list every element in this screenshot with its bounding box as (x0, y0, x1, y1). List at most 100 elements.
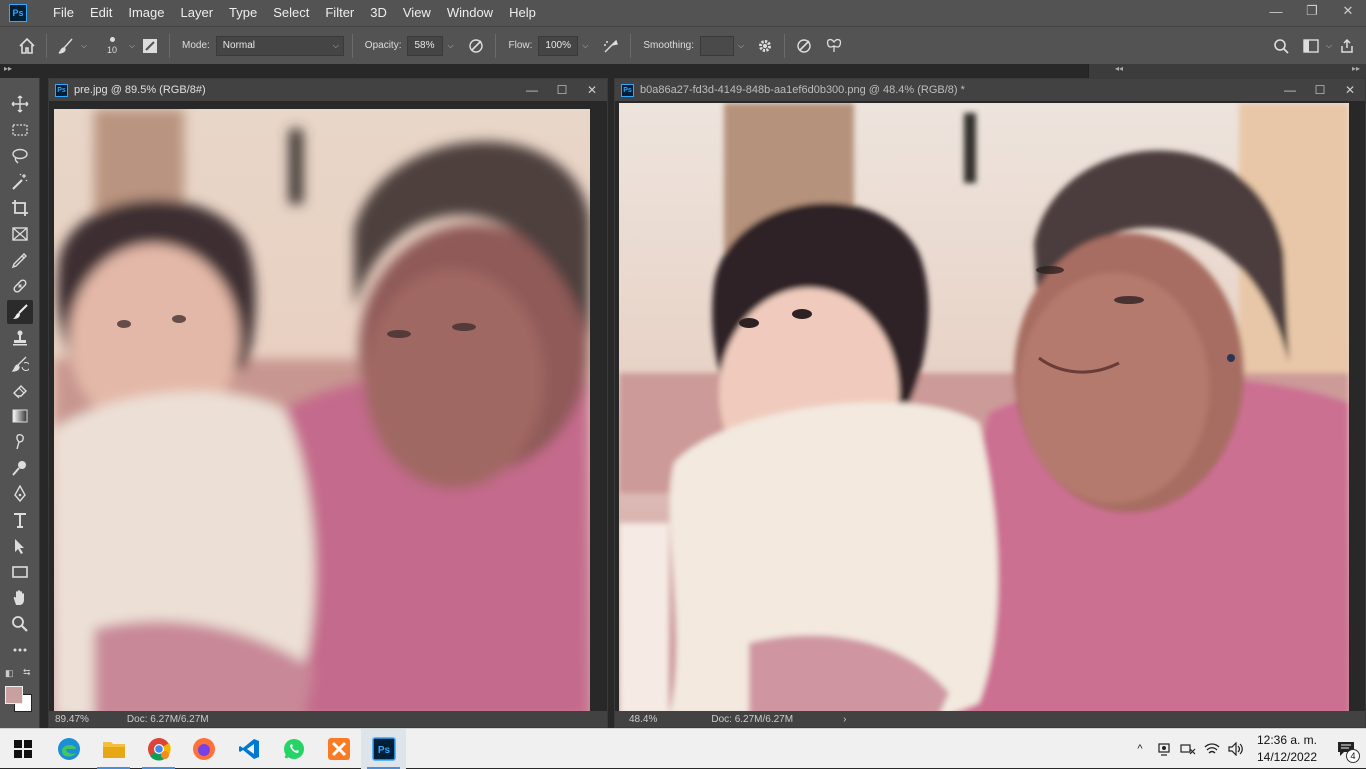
magic-wand-tool-icon[interactable] (7, 170, 33, 194)
doc-size[interactable]: Doc: 6.27M/6.27M (711, 714, 793, 725)
taskbar-edge[interactable] (46, 729, 91, 769)
opacity-value: 58% (414, 40, 435, 51)
menu-image[interactable]: Image (120, 0, 172, 26)
menu-view[interactable]: View (395, 0, 439, 26)
workspace-dropdown[interactable]: ⌵ (1322, 36, 1336, 56)
hand-tool-icon[interactable] (7, 586, 33, 610)
doc-close-button[interactable]: ✕ (1335, 79, 1365, 101)
type-tool-icon[interactable] (7, 508, 33, 532)
doc-maximize-button[interactable]: ☐ (547, 79, 577, 101)
volume-icon[interactable] (1224, 729, 1248, 769)
home-icon[interactable] (16, 35, 38, 57)
brush-preset-icon[interactable] (55, 35, 77, 57)
photoshop-logo[interactable]: Ps (9, 4, 27, 22)
taskbar-photoshop[interactable]: Ps (361, 728, 406, 769)
pressure-size-icon[interactable] (793, 35, 815, 57)
wifi-icon[interactable] (1200, 729, 1224, 769)
restore-button[interactable]: ❐ (1294, 0, 1330, 22)
photo-canvas[interactable] (619, 103, 1349, 713)
menu-select[interactable]: Select (265, 0, 317, 26)
foreground-color-swatch[interactable] (5, 686, 23, 704)
taskbar-file-explorer[interactable] (91, 729, 136, 769)
eyedropper-tool-icon[interactable] (7, 248, 33, 272)
tools-panel: ◧ ⇆ (0, 78, 40, 728)
eraser-tool-icon[interactable] (7, 378, 33, 402)
doc-size[interactable]: Doc: 6.27M/6.27M (127, 714, 209, 725)
doc-minimize-button[interactable]: — (1275, 79, 1305, 101)
search-icon[interactable] (1270, 35, 1292, 57)
doc-close-button[interactable]: ✕ (577, 79, 607, 101)
move-tool-icon[interactable] (7, 92, 33, 116)
brush-preset-dropdown[interactable]: ⌵ (77, 36, 91, 56)
smudge-tool-icon[interactable] (7, 430, 33, 454)
more-tools-icon[interactable] (7, 638, 33, 662)
taskbar-chrome[interactable] (136, 729, 181, 769)
zoom-level[interactable]: 89.47% (55, 714, 89, 725)
brush-size-picker[interactable]: 10 (99, 31, 125, 61)
doc-minimize-button[interactable]: — (517, 79, 547, 101)
canvas-area[interactable] (49, 101, 607, 713)
show-hidden-icons-chevron-icon[interactable]: ^ (1128, 729, 1152, 769)
collapse-panels-icon[interactable]: ▸▸ (1352, 64, 1360, 73)
canvas-area[interactable] (615, 101, 1365, 713)
zoom-tool-icon[interactable] (7, 612, 33, 636)
expand-panels-icon[interactable]: ◂◂ (1115, 64, 1123, 73)
smoothing-input[interactable] (699, 35, 734, 56)
menu-file[interactable]: File (45, 0, 82, 26)
action-center-button[interactable]: 4 (1326, 729, 1366, 769)
mode-select[interactable]: Normal ⌵ (215, 35, 344, 56)
collapse-toolbar-icon[interactable]: ▸▸ (4, 64, 12, 73)
clock[interactable]: 12:36 a. m. 14/12/2022 (1248, 732, 1326, 766)
taskbar-firefox[interactable] (181, 729, 226, 769)
pen-tool-icon[interactable] (7, 482, 33, 506)
healing-brush-tool-icon[interactable] (7, 274, 33, 298)
menu-3d[interactable]: 3D (362, 0, 395, 26)
close-button[interactable]: ✕ (1330, 0, 1366, 22)
menu-window[interactable]: Window (439, 0, 501, 26)
swap-colors-icon[interactable]: ⇆ (23, 667, 31, 678)
opacity-dropdown[interactable]: ⌵ (443, 36, 457, 56)
gradient-tool-icon[interactable] (7, 404, 33, 428)
gear-icon[interactable] (754, 35, 776, 57)
airbrush-icon[interactable] (600, 35, 622, 57)
share-icon[interactable] (1336, 35, 1358, 57)
taskbar-xampp[interactable] (316, 729, 361, 769)
smoothing-dropdown[interactable]: ⌵ (734, 36, 748, 56)
zoom-level[interactable]: 48.4% (629, 714, 657, 725)
network-disconnected-icon[interactable] (1176, 729, 1200, 769)
brush-settings-panel-icon[interactable] (139, 35, 161, 57)
menu-type[interactable]: Type (221, 0, 265, 26)
pressure-opacity-icon[interactable] (465, 35, 487, 57)
marquee-tool-icon[interactable] (7, 118, 33, 142)
clone-stamp-tool-icon[interactable] (7, 326, 33, 350)
path-selection-tool-icon[interactable] (7, 534, 33, 558)
lasso-tool-icon[interactable] (7, 144, 33, 168)
dodge-tool-icon[interactable] (7, 456, 33, 480)
workspace-icon[interactable] (1300, 35, 1322, 57)
rectangle-tool-icon[interactable] (7, 560, 33, 584)
brush-size-dropdown[interactable]: ⌵ (125, 36, 139, 56)
document-tab[interactable]: Ps b0a86a27-fd3d-4149-848b-aa1ef6d0b300.… (615, 79, 1365, 101)
doc-maximize-button[interactable]: ☐ (1305, 79, 1335, 101)
default-colors-icon[interactable]: ◧ (5, 668, 14, 679)
status-expand-icon[interactable]: › (843, 714, 846, 725)
minimize-button[interactable]: — (1258, 0, 1294, 22)
taskbar-whatsapp[interactable] (271, 729, 316, 769)
menu-filter[interactable]: Filter (317, 0, 362, 26)
flow-dropdown[interactable]: ⌵ (578, 36, 592, 56)
opacity-input[interactable]: 58% (407, 35, 444, 56)
windows-start-button[interactable] (0, 729, 46, 769)
menu-layer[interactable]: Layer (173, 0, 222, 26)
menu-edit[interactable]: Edit (82, 0, 120, 26)
webcam-icon[interactable] (1152, 729, 1176, 769)
flow-input[interactable]: 100% (538, 35, 579, 56)
brush-tool-icon[interactable] (7, 300, 33, 324)
symmetry-butterfly-icon[interactable] (823, 35, 845, 57)
document-tab[interactable]: Ps pre.jpg @ 89.5% (RGB/8#) — ☐ ✕ (49, 79, 607, 101)
photo-canvas[interactable] (54, 109, 590, 713)
history-brush-tool-icon[interactable] (7, 352, 33, 376)
crop-tool-icon[interactable] (7, 196, 33, 220)
frame-tool-icon[interactable] (7, 222, 33, 246)
taskbar-vscode[interactable] (226, 729, 271, 769)
menu-help[interactable]: Help (501, 0, 544, 26)
